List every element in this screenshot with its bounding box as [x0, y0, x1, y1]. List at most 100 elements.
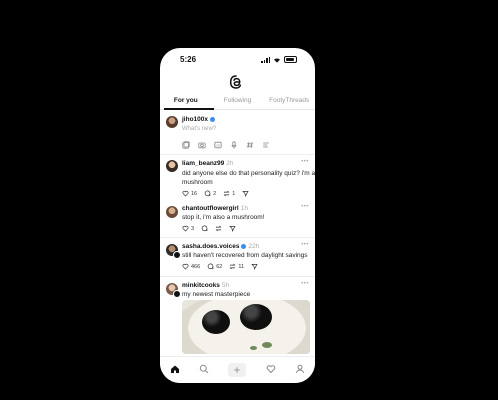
- divider: [160, 276, 315, 277]
- like-action[interactable]: 3: [182, 225, 194, 232]
- nav-profile[interactable]: [295, 361, 305, 379]
- post-time: 5h: [221, 282, 230, 289]
- post-username[interactable]: liam_beanz99: [182, 160, 224, 167]
- active-tab-indicator: [164, 108, 214, 110]
- post-username-row: chantoutflowergirl 1h: [182, 205, 248, 212]
- post-text: stop it, i'm also a mushroom!: [182, 214, 265, 221]
- repost-count: 1: [232, 190, 236, 197]
- compose-username: jiho100x: [182, 116, 209, 123]
- share-action[interactable]: [251, 263, 258, 270]
- home-icon: [170, 365, 179, 373]
- phone-screen: 5:26 For you Following FootyThreads jiho…: [160, 48, 315, 383]
- tab-following[interactable]: Following: [212, 94, 264, 110]
- post-text: my newest masterpiece: [182, 291, 251, 298]
- post-username[interactable]: sasha.does.voices: [182, 243, 239, 250]
- comment-icon: [204, 190, 211, 197]
- nav-activity[interactable]: [266, 361, 276, 379]
- repost-count: 11: [238, 263, 245, 270]
- poll-icon[interactable]: [262, 141, 270, 149]
- more-options-icon[interactable]: •••: [301, 204, 309, 210]
- post-username-row: minkitcooks 5h: [182, 282, 229, 289]
- verified-icon: [241, 243, 247, 249]
- post-username-row: sasha.does.voices 22h: [182, 243, 259, 250]
- nav-search[interactable]: [199, 361, 209, 379]
- post-text: did anyone else do that personality quiz…: [182, 170, 315, 177]
- svg-text:GIF: GIF: [216, 143, 221, 147]
- post-time: 22h: [248, 243, 260, 250]
- wifi-icon: [274, 57, 280, 63]
- nav-home[interactable]: [170, 361, 180, 379]
- search-icon: [199, 364, 209, 374]
- repost-icon: [215, 225, 222, 232]
- comment-action[interactable]: 2: [204, 190, 216, 197]
- repost-action[interactable]: [215, 225, 222, 232]
- post-image[interactable]: [182, 300, 310, 354]
- post-username[interactable]: chantoutflowergirl: [182, 205, 239, 212]
- share-icon: [242, 191, 249, 197]
- repost-icon: [229, 263, 236, 270]
- avatar[interactable]: [166, 116, 178, 128]
- like-count: 466: [191, 263, 201, 270]
- gallery-icon[interactable]: [182, 141, 190, 149]
- herb-shape: [250, 346, 257, 350]
- heart-icon: [182, 190, 189, 197]
- status-bar: 5:26: [160, 48, 315, 70]
- post-text: still haven't recovered from daylight sa…: [182, 252, 308, 259]
- heart-icon: [182, 263, 189, 270]
- compose-area[interactable]: jiho100x What's new? GIF: [160, 114, 315, 154]
- microphone-icon[interactable]: [230, 141, 238, 149]
- avatar[interactable]: [166, 206, 178, 218]
- follow-badge-icon[interactable]: [173, 290, 181, 298]
- post-text: mushroom: [182, 179, 213, 186]
- repost-action[interactable]: 11: [229, 263, 244, 270]
- post-time: 1h: [240, 205, 248, 212]
- share-icon: [251, 264, 258, 270]
- signal-icon: [261, 56, 270, 63]
- comment-count: 2: [213, 190, 217, 197]
- post-actions: 466 62 11: [182, 263, 258, 270]
- post-username-row: liam_beanz99 2h: [182, 160, 234, 167]
- attachment-toolbar: GIF: [182, 141, 270, 149]
- comment-action[interactable]: 62: [207, 263, 222, 270]
- post-username[interactable]: minkitcooks: [182, 282, 220, 289]
- like-action[interactable]: 16: [182, 190, 197, 197]
- share-action[interactable]: [229, 225, 236, 232]
- plus-icon: [234, 367, 241, 373]
- camera-icon[interactable]: [198, 141, 206, 149]
- follow-badge-icon[interactable]: [173, 251, 181, 259]
- more-options-icon[interactable]: •••: [301, 159, 309, 165]
- compose-placeholder[interactable]: What's new?: [182, 126, 216, 132]
- share-action[interactable]: [242, 190, 249, 197]
- heart-icon: [266, 365, 276, 374]
- bottom-nav: [160, 356, 315, 383]
- repost-action[interactable]: 1: [223, 190, 235, 197]
- more-options-icon[interactable]: •••: [301, 281, 309, 287]
- status-icons: [261, 56, 297, 63]
- comment-icon: [207, 263, 214, 270]
- verified-icon: [210, 116, 216, 122]
- like-count: 3: [191, 225, 195, 232]
- status-time: 5:26: [180, 55, 197, 64]
- share-icon: [229, 226, 236, 232]
- avatar[interactable]: [166, 160, 178, 172]
- threads-logo-icon[interactable]: [228, 74, 244, 90]
- divider: [160, 154, 315, 155]
- more-options-icon[interactable]: •••: [301, 242, 309, 248]
- repost-icon: [223, 190, 230, 197]
- divider: [160, 237, 315, 238]
- gif-icon[interactable]: GIF: [214, 141, 222, 149]
- hashtag-icon[interactable]: [246, 141, 254, 149]
- like-action[interactable]: 466: [182, 263, 200, 270]
- nav-new-thread[interactable]: [228, 363, 247, 377]
- post-actions: 3: [182, 225, 236, 232]
- battery-icon: [284, 56, 297, 63]
- herb-shape: [262, 342, 272, 348]
- profile-icon: [296, 364, 305, 374]
- comment-action[interactable]: [201, 225, 208, 232]
- like-count: 16: [191, 190, 198, 197]
- post-actions: 16 2 1: [182, 190, 249, 197]
- compose-username-row: jiho100x: [182, 116, 216, 123]
- egg-shape: [240, 304, 272, 330]
- heart-icon: [182, 225, 189, 232]
- tab-footythreads[interactable]: FootyThreads: [263, 94, 315, 110]
